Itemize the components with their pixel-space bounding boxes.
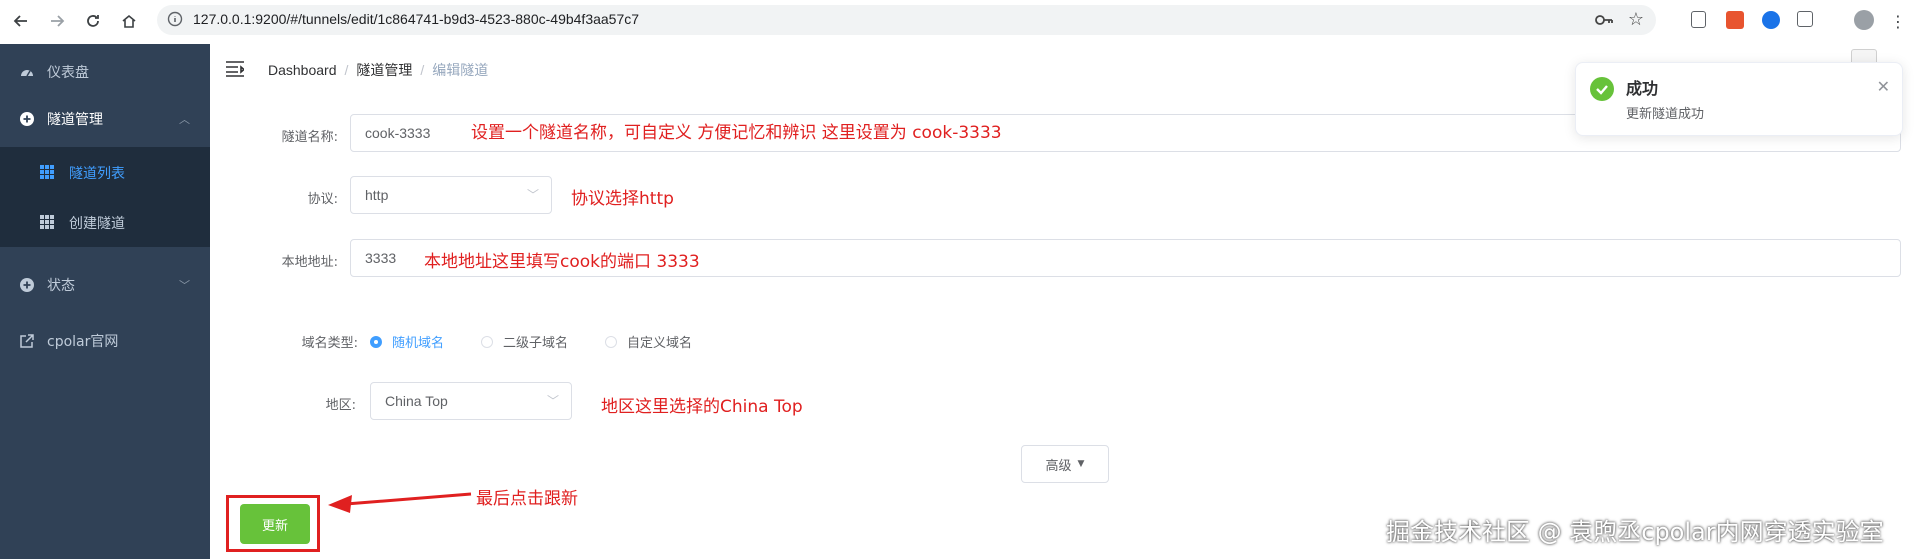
url-text: 127.0.0.1:9200/#/tunnels/edit/1c864741-b…: [193, 11, 640, 27]
region-annotation: 地区这里选择的China Top: [601, 397, 803, 417]
advanced-label: 高级: [1045, 458, 1072, 474]
update-annotation: 最后点击跟新: [476, 489, 578, 509]
back-icon[interactable]: [8, 8, 34, 34]
breadcrumb-edit-tunnel: 编辑隧道: [432, 62, 489, 78]
protocol-label: 协议:: [307, 192, 338, 207]
caret-down-icon: ▼: [1077, 459, 1085, 469]
success-toast: 成功 更新隧道成功 ✕: [1575, 62, 1903, 136]
sidebar-item-cpolar-site[interactable]: cpolar官网: [0, 313, 210, 369]
password-key-icon[interactable]: [1594, 11, 1614, 29]
site-info-icon[interactable]: [167, 11, 183, 27]
breadcrumb-dashboard[interactable]: Dashboard: [268, 62, 337, 78]
grid-icon: [40, 165, 54, 179]
region-select[interactable]: China Top ﹀: [370, 382, 572, 420]
forward-icon[interactable]: [44, 8, 70, 34]
sidebar-item-status[interactable]: 状态 ﹀: [0, 257, 210, 313]
extension-download-icon[interactable]: [1762, 11, 1780, 29]
plus-circle-icon: [20, 112, 34, 126]
chevron-up-icon: ︿: [179, 113, 190, 126]
sidebar-item-label: cpolar官网: [47, 334, 119, 350]
profile-avatar[interactable]: [1854, 10, 1874, 30]
reload-icon[interactable]: [80, 8, 106, 34]
sidebar-item-create-tunnel[interactable]: 创建隧道: [0, 197, 210, 247]
dashboard-icon: [21, 70, 33, 77]
sidebar-item-label: 隧道列表: [69, 166, 125, 182]
name-label: 隧道名称:: [281, 130, 338, 145]
sidebar-item-tunnel-list[interactable]: 隧道列表: [0, 147, 210, 197]
radio-label: 自定义域名: [627, 336, 693, 351]
submenu: 隧道列表 创建隧道: [0, 147, 210, 247]
sidebar-item-tunnel-management[interactable]: 隧道管理 ︿: [0, 91, 210, 147]
sidebar: 仪表盘 隧道管理 ︿ 隧道列表 创建隧道 状态 ﹀ cpolar官网: [0, 44, 210, 559]
chevron-down-icon: ﹀: [179, 279, 190, 292]
extensions-puzzle-icon[interactable]: [1797, 11, 1813, 27]
radio-custom-domain[interactable]: 自定义域名: [605, 332, 692, 351]
radio-dot: [481, 335, 493, 348]
region-label: 地区:: [325, 398, 356, 413]
annotation-arrow: [328, 492, 472, 513]
update-button[interactable]: 更新: [240, 504, 310, 544]
local-address-label: 本地地址:: [281, 255, 338, 270]
protocol-select[interactable]: http ﹀: [350, 176, 552, 214]
sidebar-item-label: 隧道管理: [47, 112, 103, 128]
radio-subdomain[interactable]: 二级子域名: [481, 332, 568, 351]
sidebar-item-label: 创建隧道: [69, 216, 125, 232]
radio-dot: [605, 335, 617, 348]
home-icon[interactable]: [116, 8, 142, 34]
reading-list-icon[interactable]: [1691, 11, 1706, 28]
chevron-down-icon: ﹀: [526, 188, 539, 202]
radio-label: 随机域名: [392, 336, 445, 351]
protocol-annotation: 协议选择http: [571, 189, 674, 209]
domain-type-label: 域名类型:: [301, 336, 358, 351]
watermark: 掘金技术社区 @ 袁煦丞cpolar内网穿透实验室: [1386, 518, 1884, 546]
close-icon[interactable]: ✕: [1877, 77, 1890, 96]
extension-red-icon[interactable]: [1726, 11, 1744, 29]
breadcrumb: Dashboard / 隧道管理 / 编辑隧道: [268, 62, 489, 78]
radio-dot: [370, 335, 382, 348]
sidebar-item-label: 仪表盘: [47, 65, 89, 81]
external-link-icon: [20, 334, 34, 348]
local-address-annotation: 本地地址这里填写cook的端口 3333: [424, 252, 700, 272]
sidebar-item-label: 状态: [47, 278, 75, 294]
update-label: 更新: [261, 518, 288, 534]
plus-circle-icon: [20, 278, 34, 292]
radio-label: 二级子域名: [503, 336, 569, 351]
browser-toolbar: 127.0.0.1:9200/#/tunnels/edit/1c864741-b…: [0, 0, 1915, 45]
radio-random-domain[interactable]: 随机域名: [370, 332, 444, 351]
name-annotation: 设置一个隧道名称，可自定义 方便记忆和辨识 这里设置为 cook-3333: [471, 123, 1002, 143]
success-check-icon: [1590, 77, 1614, 101]
protocol-value: http: [365, 187, 389, 203]
address-bar[interactable]: 127.0.0.1:9200/#/tunnels/edit/1c864741-b…: [157, 5, 1656, 35]
grid-icon: [40, 215, 54, 229]
toast-title: 成功: [1626, 79, 1659, 98]
chevron-down-icon: ﹀: [546, 394, 559, 408]
toast-message: 更新隧道成功: [1626, 107, 1705, 122]
menu-fold-icon[interactable]: [226, 61, 244, 77]
advanced-button[interactable]: 高级 ▼: [1021, 445, 1109, 483]
region-value: China Top: [385, 393, 448, 409]
bookmark-star-icon[interactable]: ☆: [1628, 9, 1644, 30]
browser-menu-icon[interactable]: ⋮: [1885, 8, 1911, 34]
breadcrumb-tunnel-management[interactable]: 隧道管理: [356, 62, 412, 78]
